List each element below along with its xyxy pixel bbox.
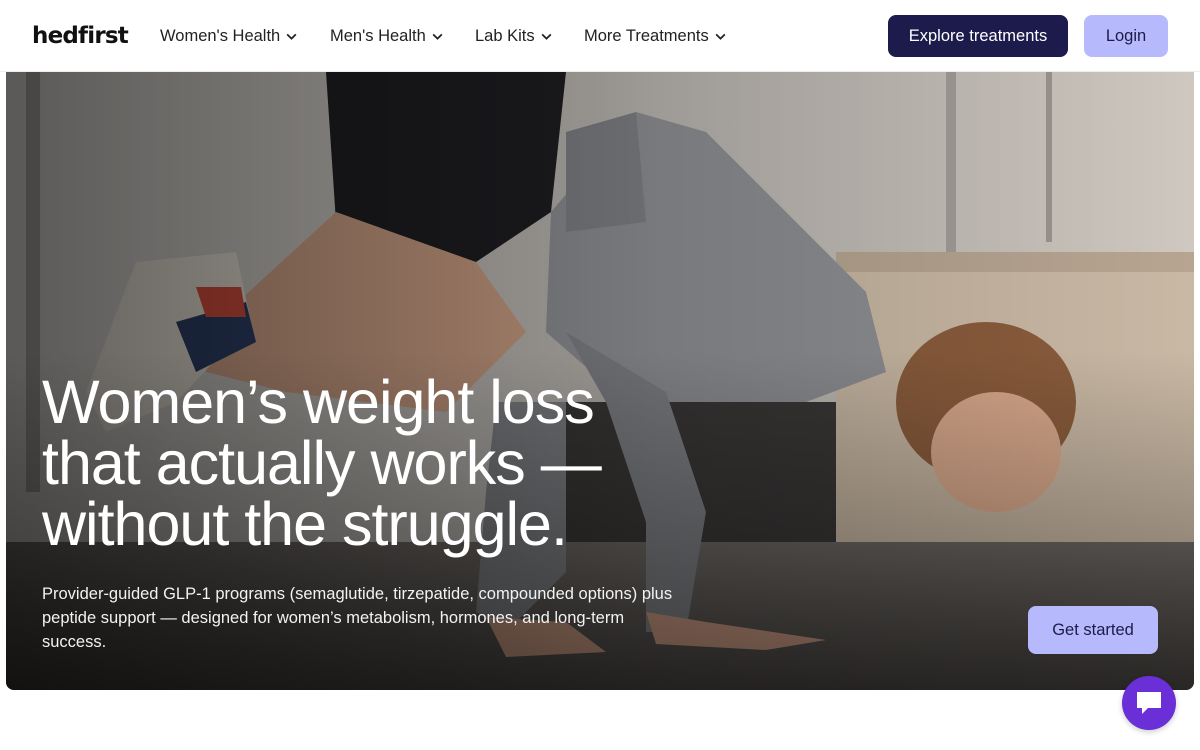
hero-title-line: without the struggle. (42, 490, 568, 558)
chat-bubble-icon (1137, 692, 1161, 714)
logo[interactable]: hedfirst (32, 22, 129, 50)
chevron-down-icon (286, 33, 297, 40)
login-button[interactable]: Login (1084, 15, 1168, 57)
chevron-down-icon (715, 33, 726, 40)
hero-subtitle: Provider-guided GLP-1 programs (semaglut… (42, 585, 673, 651)
chevron-down-icon (432, 33, 443, 40)
hero-title-line: Women’s weight loss (42, 368, 595, 436)
nav-label: More Treatments (584, 27, 709, 45)
nav-label: Lab Kits (475, 27, 535, 45)
nav-lab-kits[interactable]: Lab Kits (475, 24, 584, 48)
hero-banner: Women’s weight loss that actually works … (6, 72, 1194, 690)
site-header: hedfirst Women's Health Men's Health Lab… (0, 0, 1200, 72)
explore-treatments-button[interactable]: Explore treatments (888, 15, 1068, 57)
nav-womens-health[interactable]: Women's Health (160, 24, 330, 48)
chevron-down-icon (541, 33, 552, 40)
get-started-button[interactable]: Get started (1028, 606, 1158, 654)
main-nav: Women's Health Men's Health Lab Kits Mor… (160, 24, 727, 48)
chat-button[interactable] (1122, 676, 1176, 730)
nav-label: Men's Health (330, 27, 426, 45)
hero-title: Women’s weight loss that actually works … (42, 372, 662, 555)
nav-label: Women's Health (160, 27, 281, 45)
nav-more-treatments[interactable]: More Treatments (584, 24, 727, 48)
nav-mens-health[interactable]: Men's Health (330, 24, 475, 48)
hero-title-line: that actually works — (42, 429, 602, 497)
